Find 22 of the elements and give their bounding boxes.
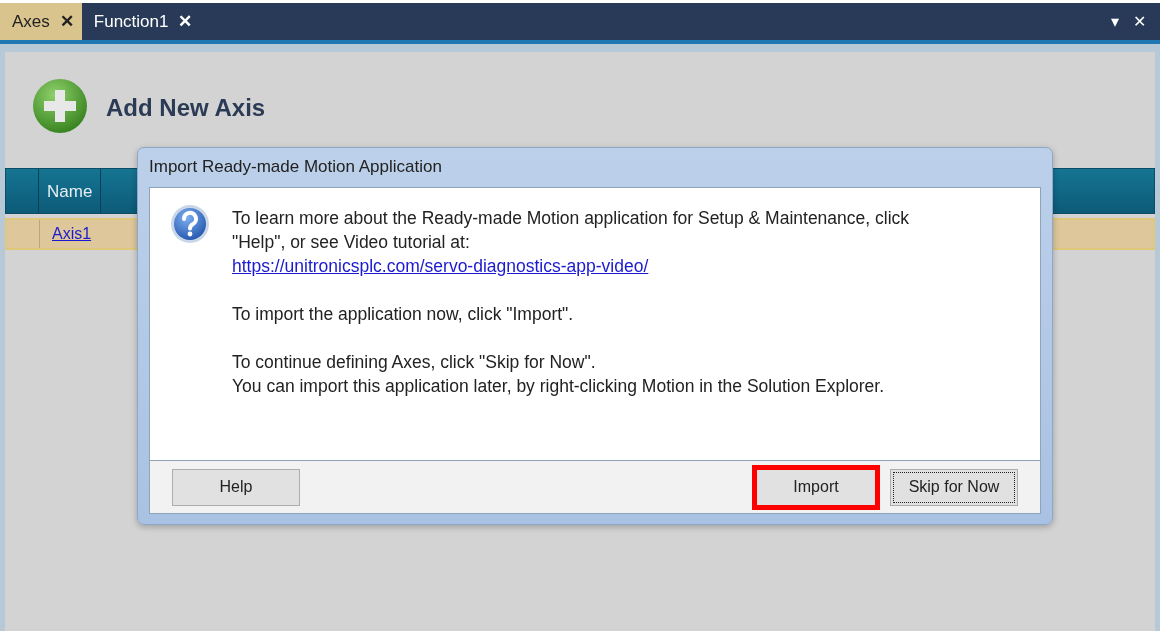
dialog-button[interactable]: Skip for Now <box>890 468 1018 506</box>
question-icon <box>170 204 210 244</box>
close-tab-button[interactable]: ✕ <box>178 11 193 32</box>
dialog-button[interactable]: Import <box>752 464 880 510</box>
dialog-button[interactable]: Help <box>172 468 300 506</box>
close-button[interactable]: ✕ <box>1133 12 1146 31</box>
dialog-title: Import Ready-made Motion Application <box>149 156 443 178</box>
tab-label: Function1 <box>93 11 169 32</box>
document-tab[interactable]: Axes ✕ <box>0 3 82 40</box>
close-tab-button[interactable]: ✕ <box>59 11 74 32</box>
message-text: You can import this application later, by right-clicking Motion in the Solution Explorer. <box>232 375 886 398</box>
document-tab[interactable]: Function1 ✕ <box>81 3 201 40</box>
tab-label: Axes <box>12 11 50 32</box>
message-text: "Help", or see Video tutorial at: <box>232 231 471 254</box>
message-text: To continue defining Axes, click "Skip for Now". <box>232 351 597 374</box>
column-header: Name <box>39 169 102 213</box>
video-link[interactable]: https://unitronicsplc.com/servo-diagnostics-app-video/ <box>232 254 910 278</box>
add-new-axis-button[interactable]: Add New Axis <box>106 94 266 122</box>
axis-link[interactable]: Axis1 <box>40 220 104 248</box>
message-text: To import the application now, click "Import". <box>232 303 575 326</box>
message-text: To learn more about the Ready-made Motion application for Setup & Maintenance, click <box>232 207 910 230</box>
dropdown-button[interactable]: ▾ <box>1111 12 1119 31</box>
